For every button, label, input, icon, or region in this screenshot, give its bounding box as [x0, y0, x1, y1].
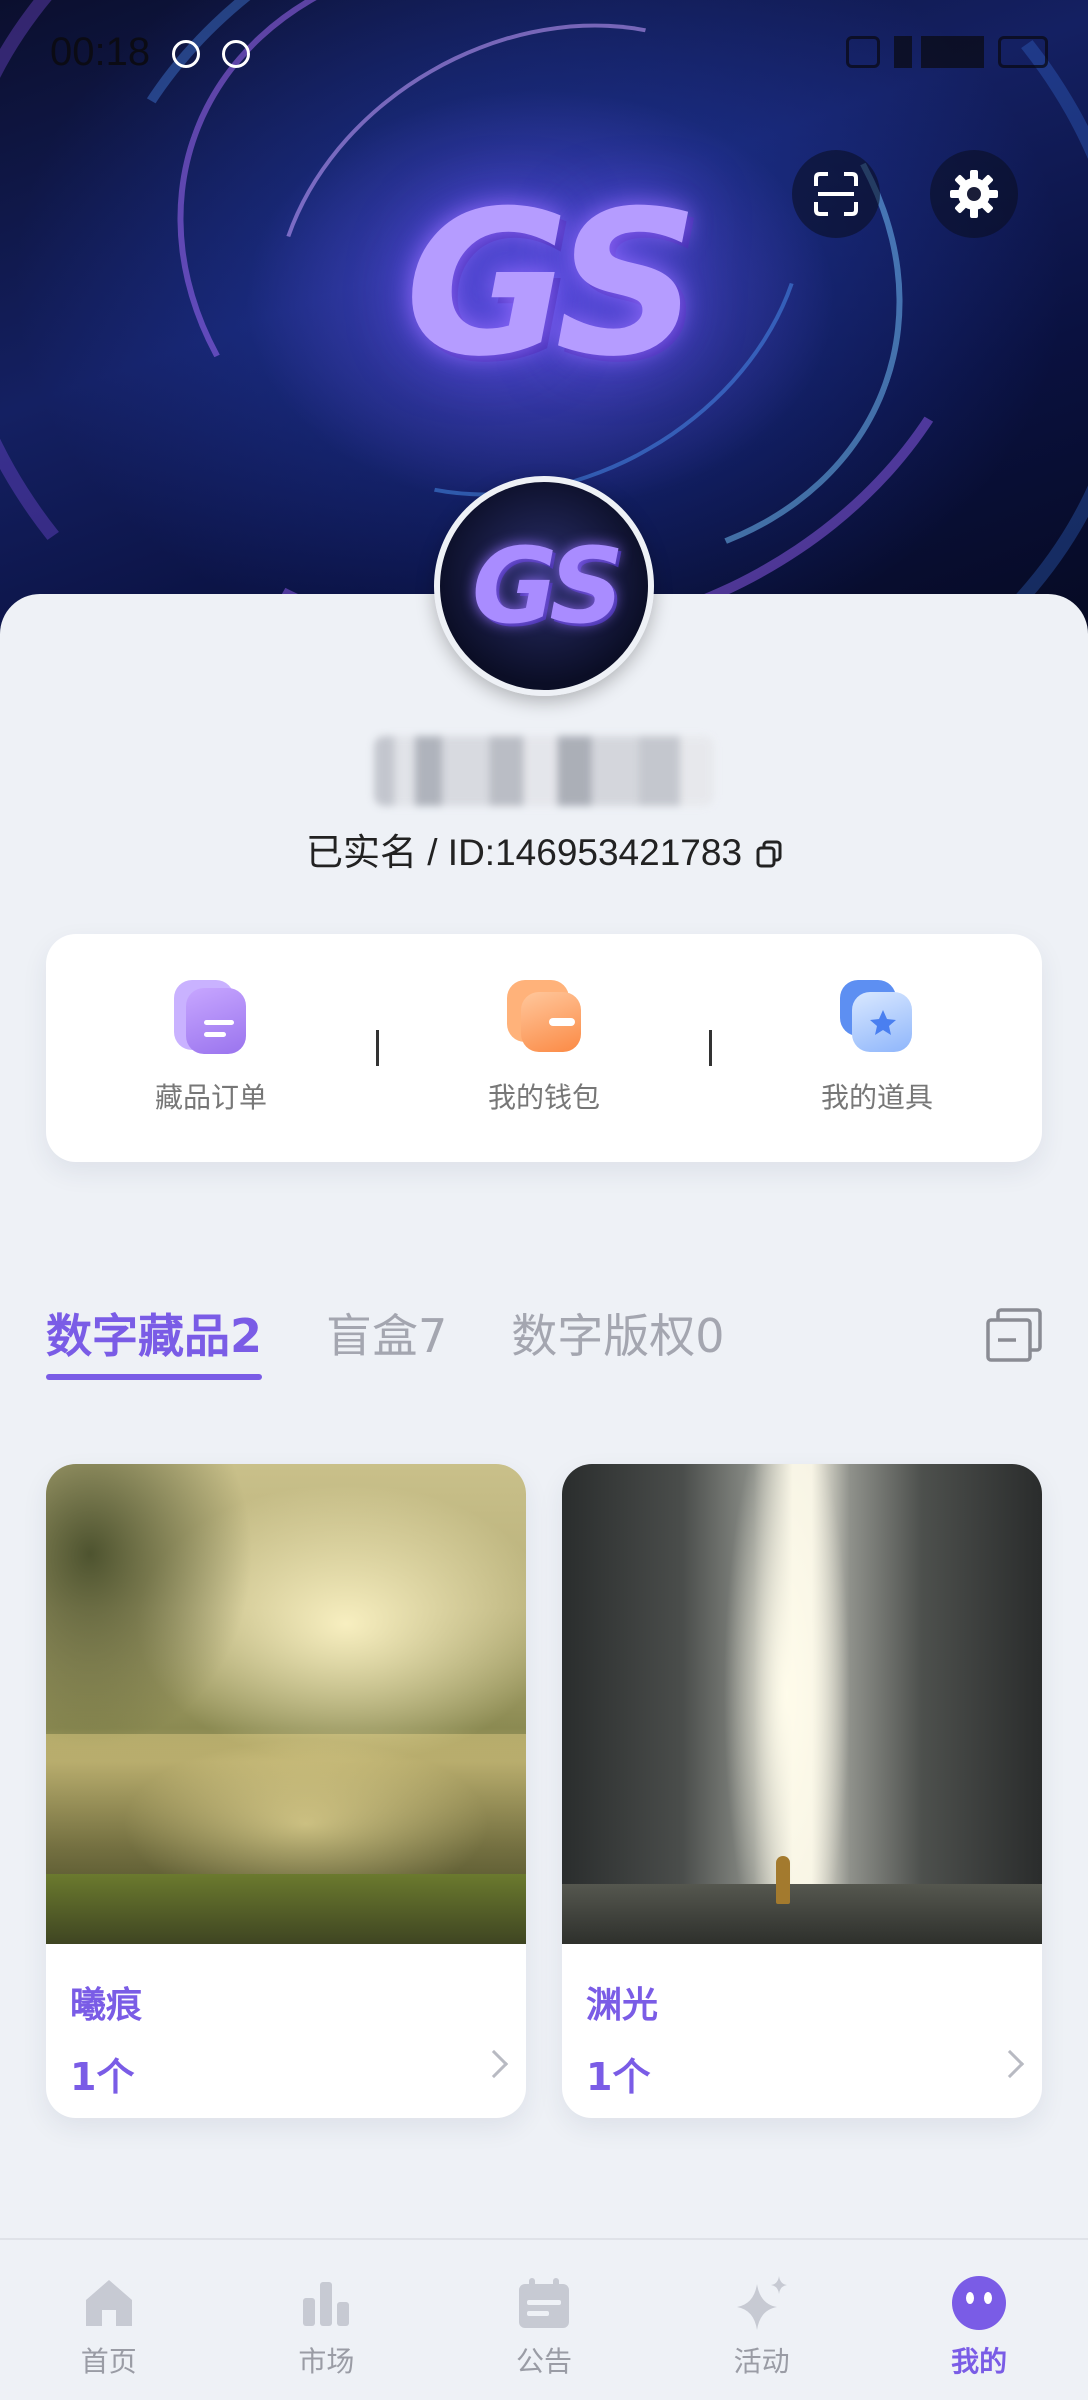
quick-actions-card: 藏品订单 我的钱包 我的道具	[46, 934, 1042, 1162]
copy-icon[interactable]	[756, 835, 782, 868]
collection-count: 1个	[586, 2055, 651, 2099]
collection-tabs: 数字藏品2 盲盒7 数字版权0	[46, 1300, 725, 1380]
smiley-icon	[952, 2276, 1007, 2330]
settings-button[interactable]	[930, 150, 1018, 238]
document-icon	[174, 980, 248, 1054]
my-wallet-button[interactable]: 我的钱包	[379, 980, 709, 1116]
nav-label: 公告	[515, 2345, 572, 2378]
sparkle-icon	[736, 2276, 787, 2330]
quick-action-label: 藏品订单	[154, 1081, 267, 1114]
calendar-icon	[518, 2278, 569, 2328]
banner-logo: GS	[404, 168, 699, 401]
nav-mine[interactable]: 我的	[870, 2240, 1088, 2400]
bottom-nav: 首页 市场 公告 活动 我的	[0, 2238, 1088, 2400]
quick-action-label: 我的道具	[820, 1081, 933, 1114]
star-box-icon	[840, 980, 914, 1054]
collection-count: 1个	[70, 2055, 135, 2099]
signal-icon	[894, 36, 984, 68]
collection-title: 曦痕	[70, 1985, 143, 2026]
collection-image	[46, 1464, 526, 1944]
quick-action-label: 我的钱包	[487, 1081, 600, 1114]
battery-icon	[998, 36, 1048, 68]
view-toggle-button[interactable]	[986, 1308, 1042, 1362]
nav-market[interactable]: 市场	[218, 2240, 436, 2400]
nav-activities[interactable]: 活动	[653, 2240, 871, 2400]
nav-label: 活动	[733, 2345, 790, 2378]
collection-image	[562, 1464, 1042, 1944]
notification-icon	[172, 40, 200, 68]
tab-digital-copyright[interactable]: 数字版权0	[511, 1300, 724, 1380]
wifi-icon	[846, 36, 880, 68]
status-bar: 00:18	[0, 0, 1088, 110]
collection-card[interactable]: 曦痕 1个	[46, 1464, 526, 2118]
user-id-line: 已实名 / ID:146953421783	[0, 822, 1088, 876]
home-icon	[85, 2280, 132, 2326]
avatar[interactable]: GS	[434, 476, 654, 696]
nav-announcements[interactable]: 公告	[435, 2240, 653, 2400]
collection-title: 渊光	[586, 1985, 659, 2026]
gear-icon	[950, 170, 998, 218]
bar-chart-icon	[303, 2282, 350, 2326]
scan-icon	[814, 172, 858, 216]
wallet-icon	[507, 980, 581, 1054]
nav-label: 我的	[951, 2345, 1008, 2378]
nav-label: 首页	[80, 2345, 137, 2378]
status-time: 00:18	[50, 30, 151, 74]
nav-label: 市场	[298, 2345, 355, 2378]
chevron-right-icon	[479, 2049, 509, 2079]
avatar-logo: GS	[471, 525, 624, 647]
collection-card[interactable]: 渊光 1个	[562, 1464, 1042, 2118]
username-blurred	[374, 736, 714, 806]
nav-home[interactable]: 首页	[0, 2240, 218, 2400]
scan-button[interactable]	[792, 150, 880, 238]
layers-icon	[986, 1308, 1042, 1362]
user-id-text: 已实名 / ID:146953421783	[305, 832, 743, 873]
status-icons	[846, 36, 1048, 68]
collection-orders-button[interactable]: 藏品订单	[46, 980, 376, 1116]
tab-blind-box[interactable]: 盲盒7	[326, 1300, 447, 1380]
my-items-button[interactable]: 我的道具	[712, 980, 1042, 1116]
chevron-right-icon	[995, 2049, 1025, 2079]
more-dots-icon	[222, 40, 250, 68]
tab-digital-collectibles[interactable]: 数字藏品2	[46, 1300, 263, 1380]
